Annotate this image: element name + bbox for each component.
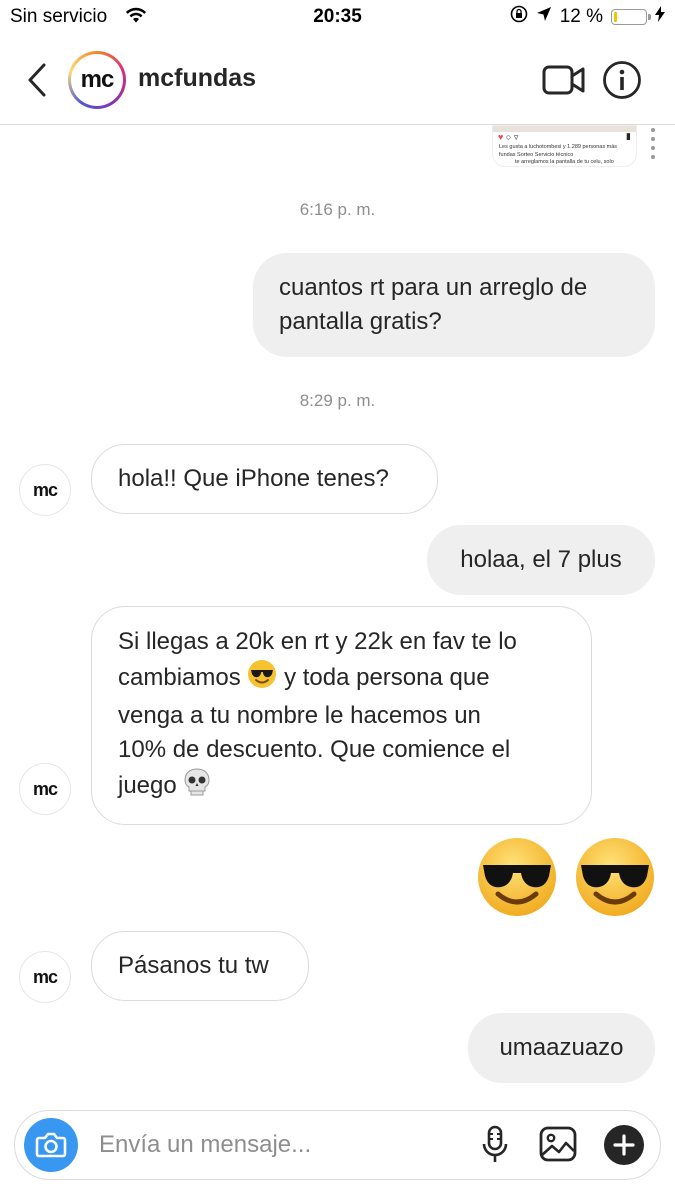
sender-avatar[interactable]: mc <box>19 763 71 815</box>
sent-message[interactable]: umaazuazo <box>468 1013 655 1083</box>
camera-button[interactable] <box>24 1118 78 1172</box>
received-message[interactable]: Pásanos tu tw <box>91 931 309 1001</box>
dot <box>651 155 655 159</box>
shared-post-preview[interactable]: ♥ ○ ▿ ▮ Les gusta a luchotombesi y 1.289… <box>493 126 636 166</box>
post-caption-line: fundas Sorteo Servicio técnico <box>499 152 574 158</box>
more-options-icon[interactable] <box>651 128 655 164</box>
info-icon <box>603 61 641 99</box>
image-icon <box>539 1126 577 1162</box>
location-arrow-icon <box>536 6 552 28</box>
sent-emoji-message[interactable] <box>476 836 656 918</box>
sunglasses-emoji-icon <box>247 659 277 699</box>
timestamp: 6:16 p. m. <box>299 200 376 219</box>
charging-bolt-icon <box>655 6 665 28</box>
back-button[interactable] <box>24 62 50 98</box>
sender-avatar[interactable]: mc <box>19 951 71 1003</box>
dot <box>651 146 655 150</box>
message-composer: Envía un mensaje... <box>14 1110 661 1180</box>
message-line: 10% de descuento. Que comience el <box>118 736 511 763</box>
sender-avatar[interactable]: mc <box>19 464 71 516</box>
video-camera-icon <box>542 65 585 95</box>
battery-percent: 12 % <box>559 6 603 27</box>
avatar-inner: mc <box>71 54 123 106</box>
dot <box>651 137 655 141</box>
avatar-logo: mc <box>32 479 58 500</box>
microphone-icon <box>482 1125 508 1162</box>
post-caption-line-2: te arreglamos la pantalla de tu celu, so… <box>515 159 614 165</box>
share-icon: ▿ <box>513 132 519 142</box>
sunglasses-emoji-icon <box>478 838 654 916</box>
battery-icon <box>611 9 651 25</box>
video-call-button[interactable] <box>542 64 586 96</box>
battery-fill <box>614 12 617 22</box>
avatar-logo: mc <box>32 966 58 987</box>
sent-message[interactable]: holaa, el 7 plus <box>427 525 655 595</box>
message-input[interactable]: Envía un mensaje... <box>99 1131 311 1159</box>
skull-emoji-icon <box>183 767 211 807</box>
chat-username[interactable]: mcfundas <box>138 64 256 93</box>
message-line: cambiamos y toda persona que <box>118 659 565 699</box>
comment-icon: ○ <box>505 132 512 142</box>
profile-avatar[interactable]: mc <box>68 51 126 109</box>
status-bar: Sin servicio 20:35 12 % <box>0 0 675 36</box>
message-text: y toda persona que <box>284 664 490 691</box>
plus-icon <box>613 1134 635 1156</box>
message-line: Si llegas a 20k en rt y 22k en fav te lo <box>118 628 517 655</box>
orientation-lock-icon <box>510 5 528 29</box>
avatar-logo: mc <box>32 778 58 799</box>
message-line: juego <box>118 767 565 807</box>
post-likes-line: Les gusta a luchotombesi y 1.289 persona… <box>499 144 618 150</box>
avatar-logo: mc <box>80 66 115 93</box>
chat-header: mc mcfundas <box>0 36 675 125</box>
received-message[interactable]: hola!! Que iPhone tenes? <box>91 444 438 514</box>
chevron-left-icon <box>28 63 46 97</box>
info-button[interactable] <box>602 60 642 100</box>
bookmark-icon: ▮ <box>626 131 631 141</box>
more-actions-button[interactable] <box>604 1125 644 1165</box>
received-message[interactable]: Si llegas a 20k en rt y 22k en fav te lo… <box>91 606 592 825</box>
sent-message[interactable]: cuantos rt para un arreglo de pantalla g… <box>253 253 655 357</box>
message-text: cambiamos <box>118 664 241 691</box>
camera-icon <box>35 1132 67 1158</box>
timestamp: 8:29 p. m. <box>299 391 376 410</box>
gallery-button[interactable] <box>538 1125 578 1163</box>
voice-message-button[interactable] <box>481 1125 509 1165</box>
dot <box>651 128 655 132</box>
message-text: juego <box>118 772 177 799</box>
heart-icon: ♥ <box>498 132 504 142</box>
message-line: venga a tu nombre le hacemos un <box>118 702 481 729</box>
battery-nub <box>648 14 651 20</box>
post-action-icons: ♥ ○ ▿ <box>498 132 518 143</box>
